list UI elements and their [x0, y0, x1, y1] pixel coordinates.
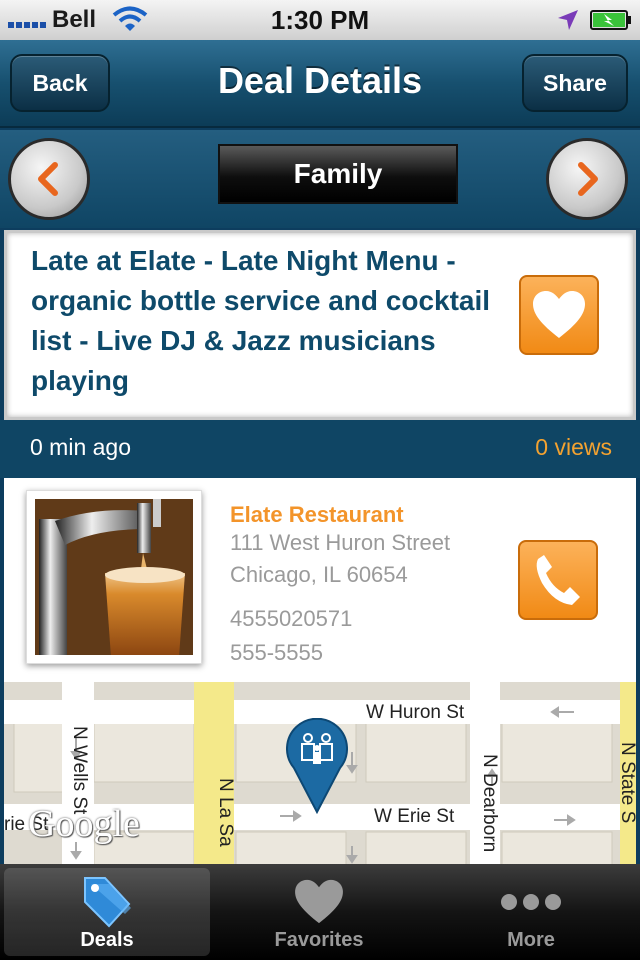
tab-label-more: More — [507, 929, 555, 951]
venue-name: Elate Restaurant — [230, 502, 404, 527]
venue-phone-primary[interactable]: 4555020571 — [230, 606, 352, 632]
tag-icon — [84, 877, 131, 928]
tab-bar: Deals Favorites More — [0, 864, 640, 960]
category-bar: Family — [0, 130, 640, 228]
street-label-lasalle: N La Sa — [215, 778, 236, 847]
street-label-erie: W Erie St — [374, 806, 455, 827]
deal-meta-row: 0 min ago 0 views — [0, 420, 640, 478]
status-bar: Bell 1:30 PM — [0, 0, 640, 40]
venue-photo — [26, 490, 202, 664]
previous-category-button[interactable] — [8, 138, 90, 220]
tab-more[interactable]: More — [428, 868, 634, 956]
tab-label-deals: Deals — [80, 929, 134, 951]
more-dots-icon — [501, 894, 561, 910]
heart-icon — [295, 879, 343, 924]
call-button[interactable] — [518, 540, 598, 620]
venue-card: Elate Restaurant 111 West Huron Street C… — [4, 478, 636, 682]
phone-icon — [536, 555, 580, 605]
venue-address-line2: Chicago, IL 60654 — [230, 562, 408, 587]
deal-title-card: Late at Elate - Late Night Menu - organi… — [4, 230, 636, 420]
beer-tap-photo — [35, 499, 193, 655]
chevron-left-icon — [38, 162, 58, 196]
navigation-bar: Back Deal Details Share — [0, 40, 640, 128]
next-category-button[interactable] — [546, 138, 628, 220]
tab-deals[interactable]: Deals — [4, 868, 210, 956]
google-logo: Google — [28, 803, 140, 845]
share-button[interactable]: Share — [522, 54, 628, 112]
location-arrow-icon — [558, 10, 578, 30]
deal-title: Late at Elate - Late Night Menu - organi… — [31, 245, 491, 396]
posted-time: 0 min ago — [30, 434, 132, 460]
battery-charging-icon — [590, 10, 631, 30]
chevron-right-icon — [578, 162, 598, 196]
category-label: Family — [218, 144, 458, 204]
venue-address-line1: 111 West Huron Street — [230, 530, 451, 555]
status-time: 1:30 PM — [270, 5, 370, 35]
tab-label-favorites: Favorites — [274, 929, 364, 951]
street-label-dearborn: N Dearborn — [479, 754, 500, 853]
street-label-huron: W Huron St — [366, 702, 465, 723]
family-pin-icon[interactable] — [286, 718, 348, 814]
favorite-button[interactable] — [519, 275, 599, 355]
venue-phone-secondary[interactable]: 555-5555 — [230, 640, 323, 666]
street-label-state: N State S — [617, 742, 636, 824]
heart-icon — [533, 291, 585, 338]
location-map[interactable]: W Huron St W Erie St rie St N Wells St N… — [4, 682, 636, 864]
tab-favorites[interactable]: Favorites — [216, 868, 422, 956]
view-count: 0 views — [535, 434, 612, 460]
